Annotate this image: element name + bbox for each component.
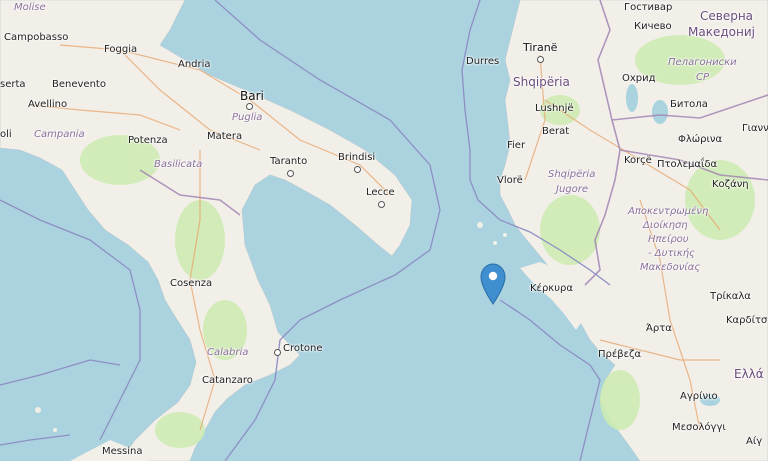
city-label-tirane: Tiranë (523, 41, 558, 54)
city-label-matera: Matera (207, 131, 243, 142)
city-dot-lecce (378, 201, 385, 208)
city-dot-brindisi (354, 166, 361, 173)
city-label-taranto: Taranto (270, 156, 308, 167)
city-label-napoli: oli (0, 129, 12, 140)
region-label-decentralized-admin-1: Αποκεντρωμένη (628, 206, 709, 217)
city-label-lecce: Lecce (366, 187, 395, 198)
country-label-north-macedonia-2: Македониј (688, 25, 755, 39)
city-label-gostivar: Гостивар (624, 2, 673, 13)
city-label-crotone: Crotone (283, 343, 323, 354)
region-label-calabria: Calabria (207, 347, 249, 358)
city-label-messina: Messina (102, 446, 143, 457)
city-label-fier: Fier (507, 140, 526, 151)
city-label-berat: Berat (542, 126, 570, 137)
city-label-karditsa: Καρδίτσ (726, 315, 768, 326)
city-label-kozani: Κοζάνη (712, 179, 749, 190)
region-label-molise: Molise (14, 2, 46, 13)
city-dot-bari (246, 103, 253, 110)
city-label-benevento: Benevento (52, 79, 106, 90)
city-label-preveza: Πρέβεζα (598, 349, 642, 360)
region-label-shqiperia-jugore-1: Shqipëria (548, 169, 596, 180)
city-label-catanzaro: Catanzaro (202, 375, 253, 386)
city-label-lushnje: Lushnjë (535, 103, 574, 114)
city-dot-taranto (287, 170, 294, 177)
city-label-durres: Durres (466, 56, 500, 67)
city-label-foggia: Foggia (104, 44, 138, 55)
region-label-decentralized-admin-5: Μακεδονίας (640, 262, 701, 273)
city-label-brindisi: Brindisi (338, 152, 376, 163)
region-label-puglia: Puglia (232, 112, 263, 123)
country-label-greece: Ελλά (734, 367, 764, 381)
city-label-caserta: serta (0, 79, 26, 90)
city-label-andria: Andria (178, 59, 211, 70)
map-pin-icon (480, 263, 506, 305)
city-label-trikala: Τρίκαλα (710, 291, 751, 302)
city-label-kicevo: Кичево (634, 21, 672, 32)
region-label-decentralized-admin-4: - Δυτικής (648, 248, 695, 259)
city-dot-tirane (537, 56, 544, 63)
city-label-avellino: Avellino (28, 99, 68, 110)
city-label-arta: Άρτα (646, 323, 672, 334)
region-label-decentralized-admin-3: Ηπείρου (648, 234, 689, 245)
city-label-vlore: Vlorë (497, 175, 523, 186)
city-label-potenza: Potenza (128, 135, 168, 146)
city-label-florina: Φλώρινα (678, 134, 723, 145)
city-label-giannitsa: Γιαννι (742, 123, 768, 134)
region-label-decentralized-admin-2: Διοίκηση (643, 220, 688, 231)
city-dot-crotone (274, 349, 281, 356)
region-label-shqiperia-jugore-2: Jugore (556, 184, 589, 195)
city-label-ptolemaida: Πτολεμαΐδα (657, 159, 718, 170)
city-label-kerkyra: Κέρκυρα (530, 283, 573, 294)
region-label-pelagonia-2: СР (696, 72, 710, 83)
map-view[interactable]: Molise Campobasso Foggia Andria Bari Pug… (0, 0, 768, 461)
map-marker-pin[interactable] (480, 263, 506, 305)
region-label-pelagonia-1: Пелагониски (668, 57, 737, 68)
city-label-aigio: Αίγ (746, 436, 763, 447)
city-label-bari: Bari (240, 89, 264, 103)
city-label-mesolongi: Μεσολόγγι (672, 422, 726, 433)
country-label-albania: Shqipëria (513, 75, 570, 89)
city-label-ohrid: Охрид (622, 73, 656, 84)
city-label-agrinio: Αγρίνιο (680, 391, 718, 402)
city-label-cosenza: Cosenza (170, 278, 213, 289)
region-label-basilicata: Basilicata (154, 159, 203, 170)
region-label-campania: Campania (34, 129, 85, 140)
city-label-bitola: Битола (670, 99, 708, 110)
city-label-campobasso: Campobasso (4, 32, 69, 43)
country-label-north-macedonia-1: Северна (700, 9, 754, 23)
city-label-korce: Korçë (624, 155, 652, 166)
